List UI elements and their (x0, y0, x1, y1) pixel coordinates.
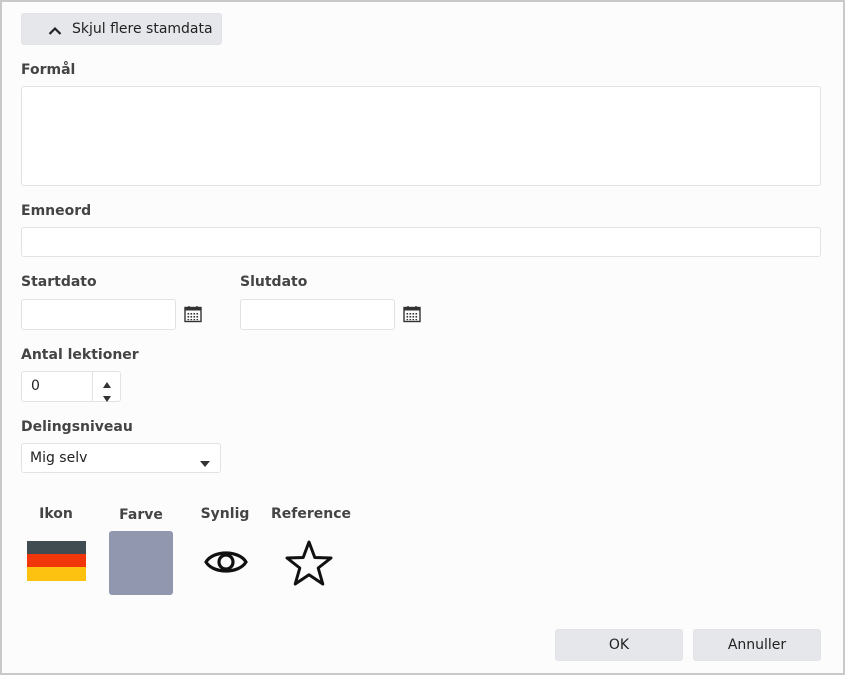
toggle-more-data-button[interactable]: Skjul flere stamdata (21, 13, 222, 45)
toggle-more-data-label: Skjul flere stamdata (72, 21, 213, 37)
calendar-icon[interactable] (403, 305, 421, 323)
start-date-label: Startdato (21, 274, 97, 290)
end-date-input[interactable] (240, 299, 395, 330)
lessons-value: 0 (31, 378, 40, 394)
dialog: Skjul flere stamdata Formål Emneord Star… (0, 0, 845, 675)
cancel-button[interactable]: Annuller (693, 629, 821, 661)
lessons-stepper[interactable]: 0 (21, 371, 121, 402)
purpose-textarea[interactable] (21, 86, 821, 186)
purpose-label: Formål (21, 62, 76, 78)
eye-icon[interactable] (203, 544, 249, 580)
end-date-label: Slutdato (240, 274, 308, 290)
sharing-level-label: Delingsniveau (21, 419, 133, 435)
lessons-label: Antal lektioner (21, 347, 139, 363)
german-flag-icon[interactable] (27, 541, 86, 581)
keywords-label: Emneord (21, 203, 92, 219)
caret-down-icon (200, 455, 210, 467)
reference-column-label: Reference (271, 506, 352, 522)
visible-column-label: Synlig (200, 506, 250, 522)
sharing-level-value: Mig selv (30, 450, 88, 466)
color-swatch[interactable] (109, 531, 173, 595)
keywords-input[interactable] (21, 227, 821, 257)
calendar-icon[interactable] (184, 305, 202, 323)
color-column-label: Farve (119, 507, 163, 523)
ok-button[interactable]: OK (555, 629, 683, 661)
start-date-input[interactable] (21, 299, 176, 330)
increment-arrow-icon[interactable] (102, 377, 112, 388)
chevron-up-icon (48, 24, 62, 35)
star-outline-icon[interactable] (284, 539, 334, 587)
decrement-arrow-icon[interactable] (102, 391, 112, 402)
icon-column-label: Ikon (39, 506, 73, 522)
sharing-level-select[interactable]: Mig selv (21, 443, 221, 473)
